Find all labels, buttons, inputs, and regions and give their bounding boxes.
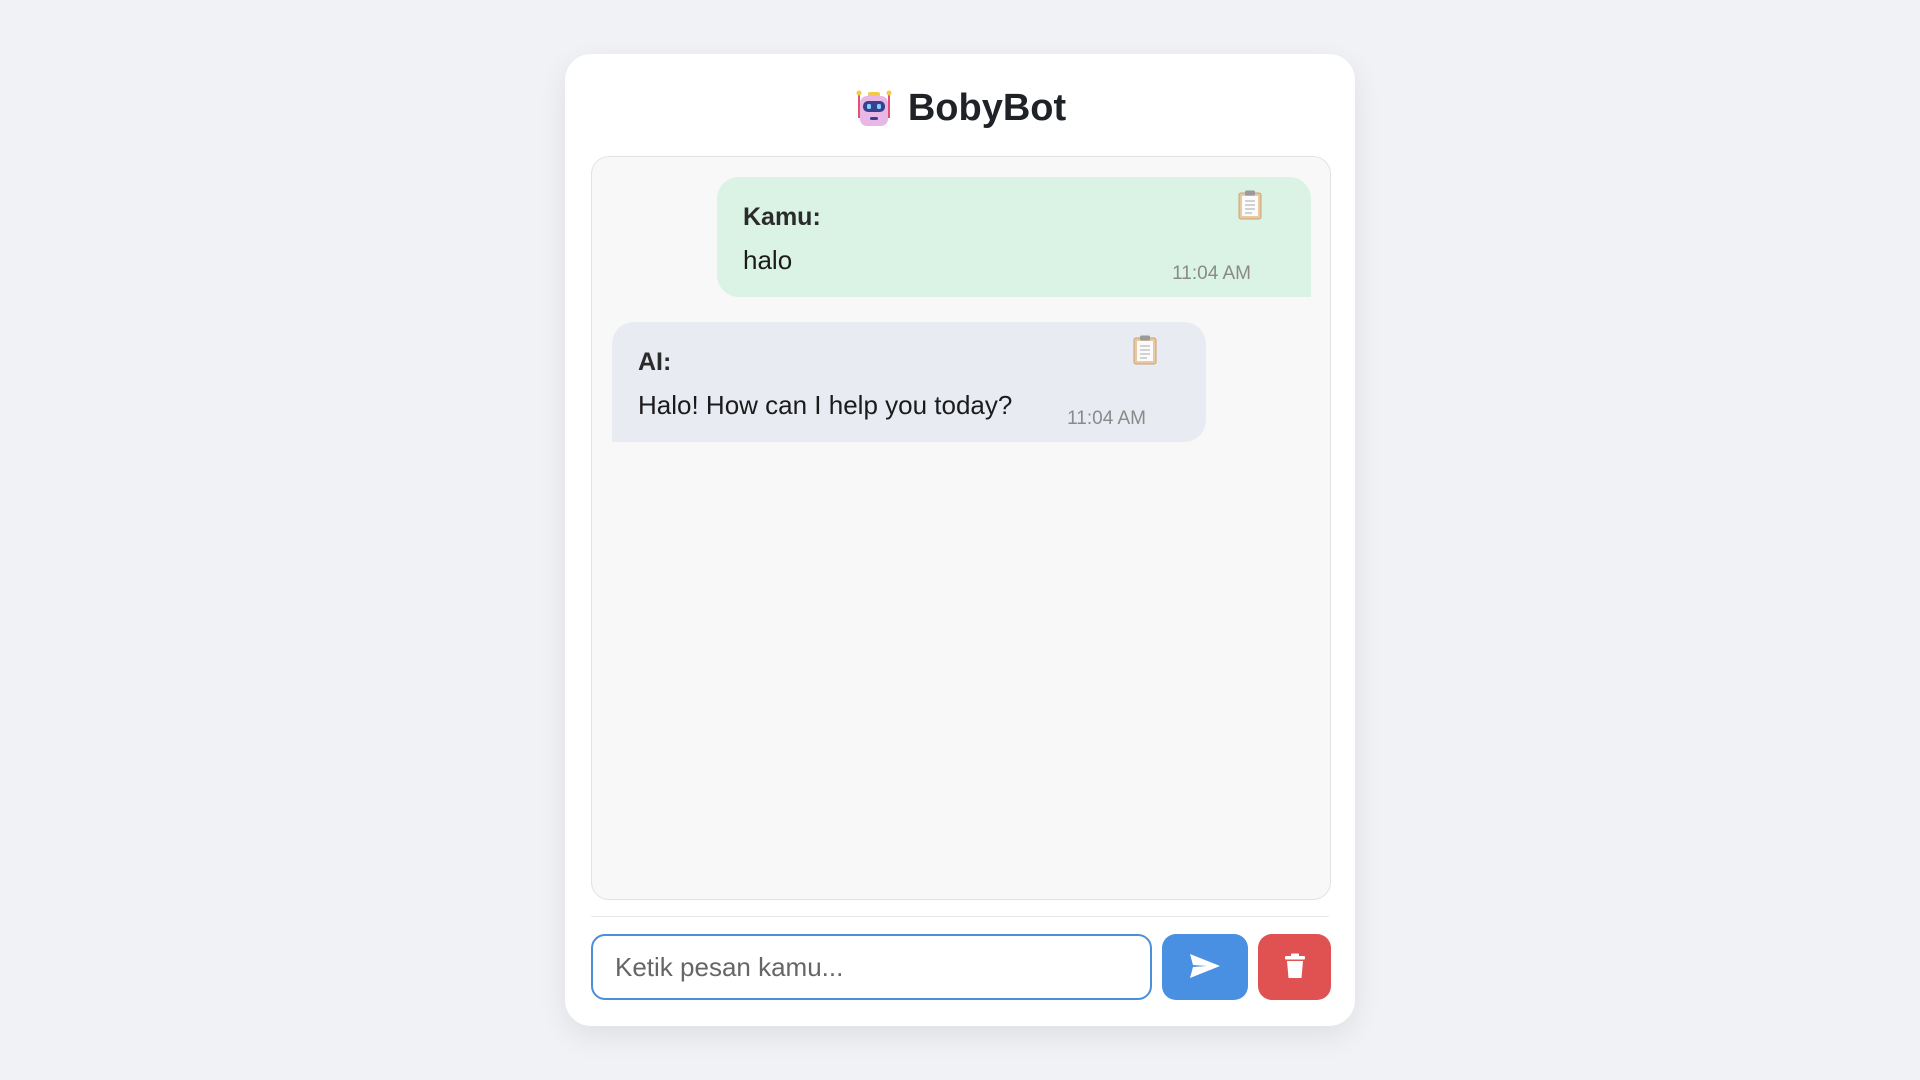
message-timestamp: 11:04 AM (1172, 263, 1251, 284)
message-text: Halo! How can I help you today? (638, 390, 1013, 420)
header: BobyBot (565, 80, 1355, 136)
message-timestamp: 11:04 AM (1067, 408, 1146, 429)
app-title: BobyBot (907, 86, 1067, 129)
chat-history[interactable]: Kamu: halo 11:04 AM AI: Halo! How can I … (591, 156, 1331, 900)
robot-icon (854, 88, 894, 128)
composer (591, 934, 1331, 1000)
message-sender: Kamu: (743, 203, 821, 231)
copy-icon[interactable] (1237, 189, 1263, 221)
ai-message-bubble: AI: Halo! How can I help you today? 11:0… (612, 322, 1206, 442)
chat-card: BobyBot Kamu: halo 11:04 AM AI: Halo! Ho… (565, 54, 1355, 1026)
clear-chat-button[interactable] (1258, 934, 1331, 1000)
message-input[interactable] (591, 934, 1152, 1000)
send-button[interactable] (1162, 934, 1248, 1000)
trash-icon (1284, 953, 1306, 982)
message-text: halo (743, 245, 793, 275)
copy-icon[interactable] (1132, 334, 1158, 366)
message-sender: AI: (638, 348, 672, 376)
divider (591, 916, 1329, 917)
user-message-bubble: Kamu: halo 11:04 AM (717, 177, 1311, 297)
send-icon (1189, 953, 1221, 982)
